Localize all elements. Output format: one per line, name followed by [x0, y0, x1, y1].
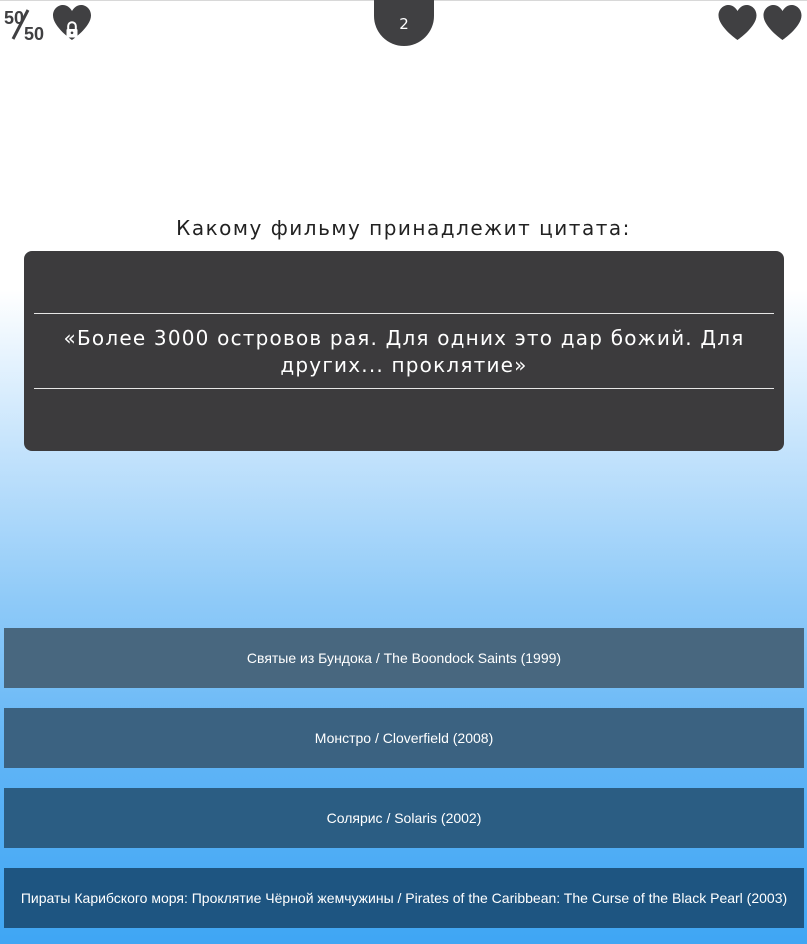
lives-indicator: [717, 4, 803, 46]
heart-lock-icon: [53, 5, 91, 40]
svg-text:50: 50: [24, 24, 44, 42]
quote-box: «Более 3000 островов рая. Для одних это …: [24, 251, 784, 451]
answer-option-1[interactable]: Святые из Бундока / The Boondock Saints …: [4, 628, 804, 688]
answer-option-label: Пираты Карибского моря: Проклятие Чёрной…: [20, 890, 788, 906]
quote-divider-top: [34, 313, 774, 314]
question-counter: 2: [374, 0, 434, 46]
answer-option-label: Солярис / Solaris (2002): [326, 810, 482, 826]
fifty-fifty-button[interactable]: 50 50: [4, 6, 50, 44]
heart-icon: [763, 5, 802, 40]
extra-life-button[interactable]: [52, 4, 92, 42]
quote-divider-bottom: [34, 388, 774, 389]
answer-option-4[interactable]: Пираты Карибского моря: Проклятие Чёрной…: [4, 868, 804, 928]
answer-option-2[interactable]: Монстро / Cloverfield (2008): [4, 708, 804, 768]
answer-option-3[interactable]: Солярис / Solaris (2002): [4, 788, 804, 848]
answer-option-label: Монстро / Cloverfield (2008): [314, 730, 494, 746]
heart-icon: [718, 5, 757, 40]
fifty-fifty-icon: 50 50: [4, 8, 44, 44]
quote-text: «Более 3000 островов рая. Для одних это …: [63, 326, 745, 377]
question-label: Какому фильму принадлежит цитата:: [176, 216, 631, 240]
answer-option-label: Святые из Бундока / The Boondock Saints …: [246, 650, 562, 666]
